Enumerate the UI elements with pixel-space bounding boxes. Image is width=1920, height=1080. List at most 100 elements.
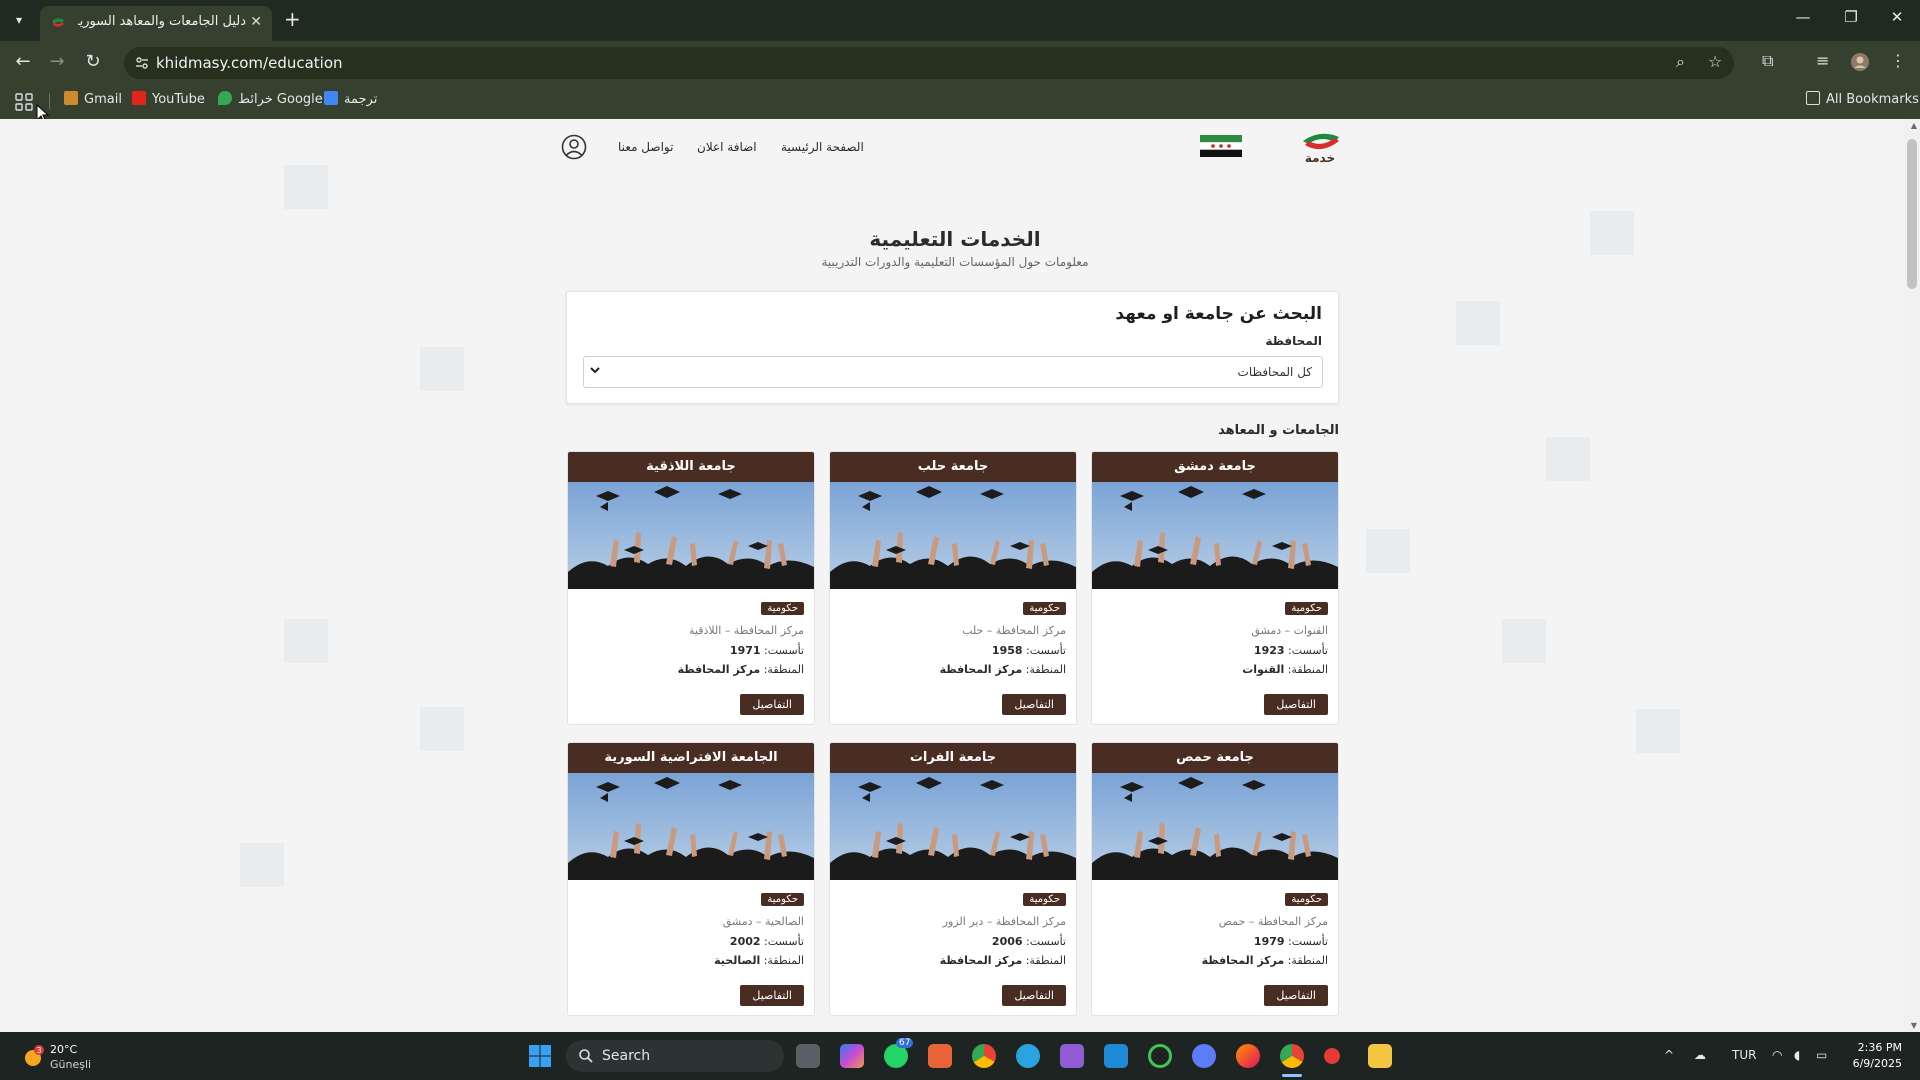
extensions-icon[interactable]: ⧉ — [1762, 51, 1773, 71]
nav-home-link[interactable]: الصفحة الرئيسية — [781, 140, 864, 154]
task-view-icon[interactable] — [796, 1044, 820, 1068]
visual-studio-icon[interactable] — [1060, 1044, 1084, 1068]
graduation-photo — [830, 773, 1076, 880]
graduation-photo — [568, 482, 814, 589]
founded-line: تأسست: 1971 — [730, 644, 804, 657]
university-name[interactable]: جامعة دمشق — [1092, 452, 1338, 482]
taskbar-search[interactable]: Search — [566, 1040, 784, 1072]
details-button[interactable]: التفاصيل — [1264, 694, 1328, 715]
wifi-icon[interactable]: ◠ — [1772, 1048, 1782, 1062]
copilot-icon[interactable] — [840, 1044, 864, 1068]
university-name[interactable]: جامعة اللاذقية — [568, 452, 814, 482]
bookmark-maps[interactable]: خرائط Google — [218, 91, 323, 107]
keyboard-language[interactable]: TUR — [1732, 1048, 1756, 1062]
chrome-active-icon[interactable] — [1280, 1044, 1304, 1068]
founded-label: تأسست: — [1026, 644, 1066, 657]
search-card: البحث عن جامعة او معهد المحافظة كل المحا… — [566, 291, 1339, 404]
window-close-icon[interactable]: ✕ — [1882, 8, 1912, 26]
zoom-icon[interactable]: ⌕ — [1676, 52, 1685, 72]
chrome-icon[interactable] — [972, 1044, 996, 1068]
founded-year: 2006 — [991, 935, 1023, 948]
scrollbar-thumb[interactable] — [1907, 139, 1917, 289]
nav-add-ad-link[interactable]: اضافة اعلان — [697, 140, 757, 154]
region-line: المنطقة: القنوات — [1242, 663, 1328, 676]
cloud-offline-icon[interactable]: ☁ — [1694, 1048, 1706, 1062]
battery-icon[interactable]: ▭ — [1816, 1048, 1827, 1062]
region-value: مركز المحافظة — [939, 954, 1023, 967]
bg-decoration — [240, 843, 284, 887]
minimize-icon[interactable]: — — [1788, 8, 1818, 26]
sun-icon: 3 — [25, 1045, 44, 1066]
university-card: جامعة دمشق حكومية القنوات – دمشق تأسست: … — [1091, 451, 1339, 725]
browser-menu-icon[interactable]: ⋮ — [1890, 51, 1906, 70]
details-button[interactable]: التفاصيل — [1264, 985, 1328, 1006]
volume-icon[interactable]: ◖ — [1794, 1048, 1800, 1062]
scroll-down-icon[interactable]: ▼ — [1911, 1021, 1917, 1030]
site-info-icon[interactable] — [134, 55, 150, 71]
university-location: مركز المحافظة – دير الزور — [942, 915, 1066, 928]
syrian-flag-icon — [1200, 135, 1242, 157]
weather-desc: Güneşli — [50, 1058, 92, 1071]
apps-grid-icon[interactable] — [14, 92, 34, 112]
region-line: المنطقة: مركز المحافظة — [940, 954, 1066, 967]
bookmark-translate[interactable]: ترجمة — [324, 91, 377, 107]
user-account-icon[interactable] — [561, 134, 587, 160]
tray-overflow-icon[interactable]: ^ — [1664, 1048, 1674, 1062]
university-location: مركز المحافظة – اللاذقية — [688, 624, 804, 637]
region-label: المنطقة: — [1025, 954, 1066, 967]
active-tab[interactable]: دليل الجامعات والمعاهد السورية ✕ — [40, 6, 272, 41]
region-line: المنطقة: مركز المحافظة — [678, 663, 804, 676]
region-value: مركز المحافظة — [939, 663, 1023, 676]
details-button[interactable]: التفاصيل — [1002, 694, 1066, 715]
university-name[interactable]: جامعة حمص — [1092, 743, 1338, 773]
bg-decoration — [284, 619, 328, 663]
firefox-icon[interactable] — [1236, 1044, 1260, 1068]
bookmark-youtube[interactable]: YouTube — [132, 91, 205, 107]
profile-avatar[interactable] — [1850, 52, 1870, 72]
scroll-up-icon[interactable]: ▲ — [1911, 121, 1917, 130]
governorate-select[interactable]: كل المحافظات — [583, 356, 1323, 388]
details-button[interactable]: التفاصيل — [740, 985, 804, 1006]
record-icon[interactable] — [1324, 1048, 1340, 1064]
region-value: مركز المحافظة — [1201, 954, 1285, 967]
graduation-photo — [830, 482, 1076, 589]
telegram-icon[interactable] — [1016, 1044, 1040, 1068]
university-name[interactable]: الجامعة الافتراضية السورية — [568, 743, 814, 773]
nav-contact-link[interactable]: تواصل معنا — [618, 140, 673, 154]
details-button[interactable]: التفاصيل — [740, 694, 804, 715]
file-explorer-icon[interactable] — [1368, 1044, 1392, 1068]
founded-year: 1979 — [1253, 935, 1285, 948]
weather-widget[interactable]: 3 20°C Güneşli — [20, 1042, 120, 1072]
new-tab-button[interactable]: + — [284, 8, 301, 30]
university-location: مركز المحافظة – حلب — [962, 624, 1066, 637]
type-badge: حكومية — [1285, 602, 1328, 615]
university-name[interactable]: جامعة الفرات — [830, 743, 1076, 773]
page-scrollbar[interactable]: ▲ ▼ — [1904, 119, 1920, 1032]
university-card: جامعة اللاذقية حكومية مركز المحافظة – ال… — [567, 451, 815, 725]
university-location: مركز المحافظة – حمص — [1218, 915, 1328, 928]
bg-decoration — [420, 707, 464, 751]
bookmark-gmail[interactable]: Gmail — [64, 91, 122, 107]
reload-icon[interactable]: ↻ — [80, 50, 106, 74]
founded-line: تأسست: 1979 — [1254, 935, 1328, 948]
windows-start-icon[interactable] — [528, 1044, 552, 1068]
bookmark-star-icon[interactable]: ☆ — [1708, 52, 1722, 71]
system-clock[interactable]: 2:36 PM 6/9/2025 — [1853, 1040, 1902, 1072]
forward-icon[interactable]: → — [44, 50, 70, 74]
details-button[interactable]: التفاصيل — [1002, 985, 1066, 1006]
tab-close-icon[interactable]: ✕ — [250, 14, 262, 30]
media-controls-icon[interactable]: ≡ — [1816, 51, 1829, 70]
university-name[interactable]: جامعة حلب — [830, 452, 1076, 482]
site-logo[interactable]: خدمة — [1295, 129, 1345, 165]
back-icon[interactable]: ← — [10, 50, 36, 74]
app-icon[interactable] — [1192, 1044, 1216, 1068]
sync-app-icon[interactable] — [1148, 1044, 1172, 1068]
tab-search-button[interactable]: ▾ — [6, 8, 32, 32]
restore-icon[interactable]: ❐ — [1836, 8, 1866, 26]
vscode-icon[interactable] — [1104, 1044, 1128, 1068]
xampp-icon[interactable] — [928, 1044, 952, 1068]
all-bookmarks[interactable]: All Bookmarks — [1806, 91, 1919, 107]
bg-decoration — [1502, 619, 1546, 663]
address-bar[interactable]: khidmasy.com/education ⌕ ☆ — [124, 47, 1734, 79]
graduation-photo — [1092, 482, 1338, 589]
